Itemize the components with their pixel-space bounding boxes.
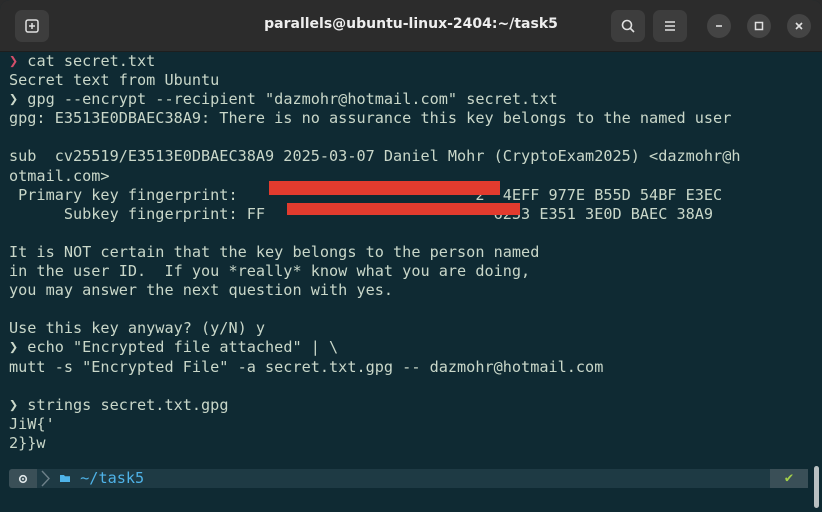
terminal-output[interactable]: ❯ cat secret.txt Secret text from Ubuntu ❯… — [9, 52, 809, 453]
folder-icon — [60, 475, 70, 482]
terminal-line-text: in the user ID. If you *really* know wha… — [9, 262, 531, 281]
terminal-line-text: cat secret.txt — [18, 52, 156, 70]
terminal-line: sub cv25519/E3513E0DBAEC38A9 2025-03-07 … — [9, 147, 809, 166]
redaction-bar — [269, 181, 500, 195]
terminal-line-text: It is NOT certain that the key belongs t… — [9, 242, 540, 261]
redaction-bar — [287, 203, 520, 215]
prompt-symbol: ❯ — [9, 395, 19, 414]
terminal-line: mutt -s "Encrypted File" -a secret.txt.g… — [9, 358, 809, 377]
terminal-line-text: echo "Encrypted file attached" | \ — [18, 338, 339, 357]
terminal-line: 2}}w — [9, 434, 809, 453]
terminal-line-text: Secret text from Ubuntu — [9, 71, 220, 90]
status-ok-indicator: ✔ — [770, 469, 808, 488]
directory-label: ~/task5 — [80, 469, 145, 487]
terminal-line-text: gpg: E3513E0DBAEC38A9: There is no assur… — [9, 109, 732, 128]
terminal-line: Use this key anyway? (y/N) y — [9, 319, 809, 338]
terminal-line: in the user ID. If you *really* know wha… — [9, 262, 809, 281]
terminal-line-text: 2}}w — [9, 433, 46, 452]
terminal-line: ❯ cat secret.txt — [9, 52, 809, 71]
chevron-right-icon — [41, 470, 50, 487]
maximize-icon — [754, 21, 764, 31]
terminal-line-text: you may answer the next question with ye… — [9, 281, 394, 300]
terminal-line: It is NOT certain that the key belongs t… — [9, 243, 809, 262]
prompt-symbol: ❯ — [9, 338, 19, 357]
scrollbar[interactable] — [814, 466, 819, 508]
terminal-line: ❯ strings secret.txt.gpg — [9, 396, 809, 415]
os-segment — [9, 469, 37, 488]
hamburger-menu-icon — [665, 21, 675, 31]
terminal-line: JiW{' — [9, 415, 809, 434]
terminal-window: parallels@ubuntu-linux-2404:~/task5 ❯ ca… — [0, 0, 822, 512]
minimize-icon — [716, 25, 722, 27]
terminal-line: you may answer the next question with ye… — [9, 281, 809, 300]
title-bar: parallels@ubuntu-linux-2404:~/task5 — [0, 0, 822, 52]
close-icon — [795, 22, 803, 30]
window-title: parallels@ubuntu-linux-2404:~/task5 — [264, 16, 558, 32]
terminal-line-text: JiW{' — [9, 414, 55, 433]
search-icon — [621, 19, 635, 33]
terminal-line-text: gpg --encrypt --recipient "dazmohr@hotma… — [18, 90, 558, 109]
terminal-line-text: sub cv25519/E3513E0DBAEC38A9 2025-03-07 … — [9, 147, 741, 166]
prompt-symbol: ❯ — [9, 52, 19, 70]
terminal-line-text: Use this key anyway? (y/N) y — [9, 319, 266, 338]
prompt-status-bar: ~/task5 ✔ — [9, 469, 808, 488]
minimize-button[interactable] — [707, 14, 731, 38]
terminal-line: gpg: E3513E0DBAEC38A9: There is no assur… — [9, 109, 809, 128]
terminal-line-text: strings secret.txt.gpg — [18, 395, 229, 414]
gear-icon — [18, 474, 28, 483]
terminal-line-text: mutt -s "Encrypted File" -a secret.txt.g… — [9, 357, 604, 376]
search-button[interactable] — [611, 10, 645, 42]
menu-button[interactable] — [653, 10, 687, 42]
terminal-line: ❯ gpg --encrypt --recipient "dazmohr@hot… — [9, 90, 809, 109]
close-button[interactable] — [787, 14, 811, 38]
prompt-symbol: ❯ — [9, 90, 19, 109]
terminal-line-text: otmail.com> — [9, 166, 110, 185]
current-directory: ~/task5 — [59, 469, 144, 488]
terminal-line: ❯ echo "Encrypted file attached" | \ — [9, 338, 809, 357]
terminal-line: Secret text from Ubuntu — [9, 71, 809, 90]
maximize-button[interactable] — [747, 14, 771, 38]
